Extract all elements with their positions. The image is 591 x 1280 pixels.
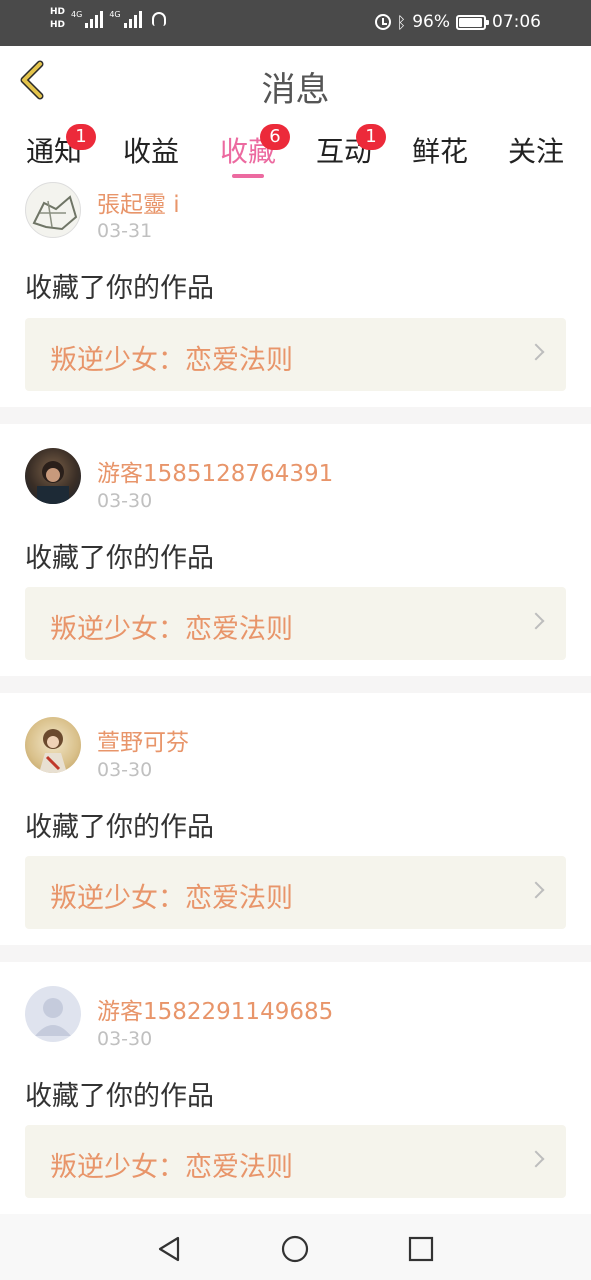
sim2-label: 4G <box>109 10 121 19</box>
status-left: HD HD 4G 4G <box>50 6 166 32</box>
signal-bar <box>85 23 89 28</box>
battery-icon <box>456 14 489 30</box>
chevron-right-icon <box>527 612 545 630</box>
signal-icon: 4G <box>109 10 142 28</box>
avatar[interactable] <box>25 448 81 504</box>
tab-label: 收益 <box>122 135 179 168</box>
badge-count: 6 <box>260 124 290 150</box>
work-link[interactable]: 叛逆少女：恋爱法则 <box>25 587 566 660</box>
username[interactable]: 游客1582291149685 <box>97 992 333 1026</box>
system-nav-bar <box>0 1214 591 1280</box>
divider <box>0 407 591 424</box>
work-title: 叛逆少女：恋爱法则 <box>50 883 293 914</box>
clock: 07:06 <box>492 12 541 32</box>
headphone-icon <box>151 12 166 26</box>
user-icon <box>35 998 71 1036</box>
tab-interactions[interactable]: 互动 1 <box>304 124 386 170</box>
tab-flowers[interactable]: 鲜花 <box>400 130 480 170</box>
work-title: 叛逆少女：恋爱法则 <box>50 345 293 376</box>
signal-icon: 4G <box>71 10 104 28</box>
tab-notifications[interactable]: 通知 1 <box>14 124 96 170</box>
alarm-icon <box>374 14 391 30</box>
hd-indicator: HD HD <box>50 6 65 32</box>
action-text: 收藏了你的作品 <box>25 543 214 574</box>
tab-label: 关注 <box>507 135 564 168</box>
back-triangle-icon[interactable] <box>154 1234 184 1264</box>
badge-count: 1 <box>356 124 386 150</box>
message-list: 張起靈 i 03-31 收藏了你的作品 叛逆少女：恋爱法则 游客15851287… <box>0 182 591 1214</box>
action-text: 收藏了你的作品 <box>25 1081 214 1112</box>
avatar[interactable] <box>25 717 81 773</box>
message-date: 03-30 <box>97 759 153 781</box>
signal-bar <box>128 19 132 28</box>
signal-bar <box>138 11 142 28</box>
header: 消息 <box>0 46 591 118</box>
chevron-right-icon <box>527 343 545 361</box>
list-item: 萱野可芬 03-30 收藏了你的作品 叛逆少女：恋爱法则 <box>0 693 591 945</box>
hd-bottom-label: HD <box>50 20 66 30</box>
work-title: 叛逆少女：恋爱法则 <box>50 1152 293 1183</box>
work-link[interactable]: 叛逆少女：恋爱法则 <box>25 318 566 391</box>
tab-favorites[interactable]: 收藏 6 <box>208 124 290 178</box>
message-date: 03-31 <box>97 220 153 242</box>
page-title: 消息 <box>261 70 330 110</box>
work-link[interactable]: 叛逆少女：恋爱法则 <box>25 856 566 929</box>
badge-count: 1 <box>66 124 96 150</box>
sim1-label: 4G <box>71 10 83 19</box>
avatar[interactable] <box>25 986 81 1042</box>
message-date: 03-30 <box>97 490 153 512</box>
work-link[interactable]: 叛逆少女：恋爱法则 <box>25 1125 566 1198</box>
signal-bar <box>123 23 127 28</box>
signal-bar <box>133 15 137 28</box>
status-bar: HD HD 4G 4G ᛒ 96% 07:06 <box>0 0 591 46</box>
list-item: 游客1582291149685 03-30 收藏了你的作品 叛逆少女：恋爱法则 <box>0 962 591 1214</box>
signal-bar <box>100 11 104 28</box>
work-title: 叛逆少女：恋爱法则 <box>50 614 293 645</box>
tab-earnings[interactable]: 收益 <box>111 130 191 170</box>
avatar[interactable] <box>25 182 81 238</box>
bluetooth-icon: ᛒ <box>396 12 407 32</box>
tab-label: 鲜花 <box>411 135 468 168</box>
recents-square-icon[interactable] <box>406 1234 436 1264</box>
home-circle-icon[interactable] <box>280 1234 310 1264</box>
chevron-right-icon <box>527 1150 545 1168</box>
status-right: ᛒ 96% 07:06 <box>374 12 541 32</box>
divider <box>0 945 591 962</box>
action-text: 收藏了你的作品 <box>25 273 214 304</box>
divider <box>0 676 591 693</box>
username[interactable]: 萱野可芬 <box>97 723 189 757</box>
username[interactable]: 張起靈 i <box>97 185 180 219</box>
message-date: 03-30 <box>97 1028 153 1050</box>
signal-bar <box>90 19 94 28</box>
list-item: 游客1585128764391 03-30 收藏了你的作品 叛逆少女：恋爱法则 <box>0 424 591 676</box>
avatar-photo-image <box>39 729 67 773</box>
hd-top-label: HD <box>50 7 66 17</box>
avatar-sketch-image <box>32 195 78 231</box>
avatar-photo-image <box>37 461 69 504</box>
list-item: 張起靈 i 03-31 收藏了你的作品 叛逆少女：恋爱法则 <box>0 182 591 407</box>
tab-follows[interactable]: 关注 <box>496 130 576 170</box>
action-text: 收藏了你的作品 <box>25 812 214 843</box>
chevron-right-icon <box>527 881 545 899</box>
tab-bar: 通知 1 收益 收藏 6 互动 1 鲜花 关注 <box>0 118 591 184</box>
battery-percent: 96% <box>412 12 450 32</box>
signal-bar <box>95 15 99 28</box>
tab-active-indicator <box>232 174 264 178</box>
username[interactable]: 游客1585128764391 <box>97 454 333 488</box>
